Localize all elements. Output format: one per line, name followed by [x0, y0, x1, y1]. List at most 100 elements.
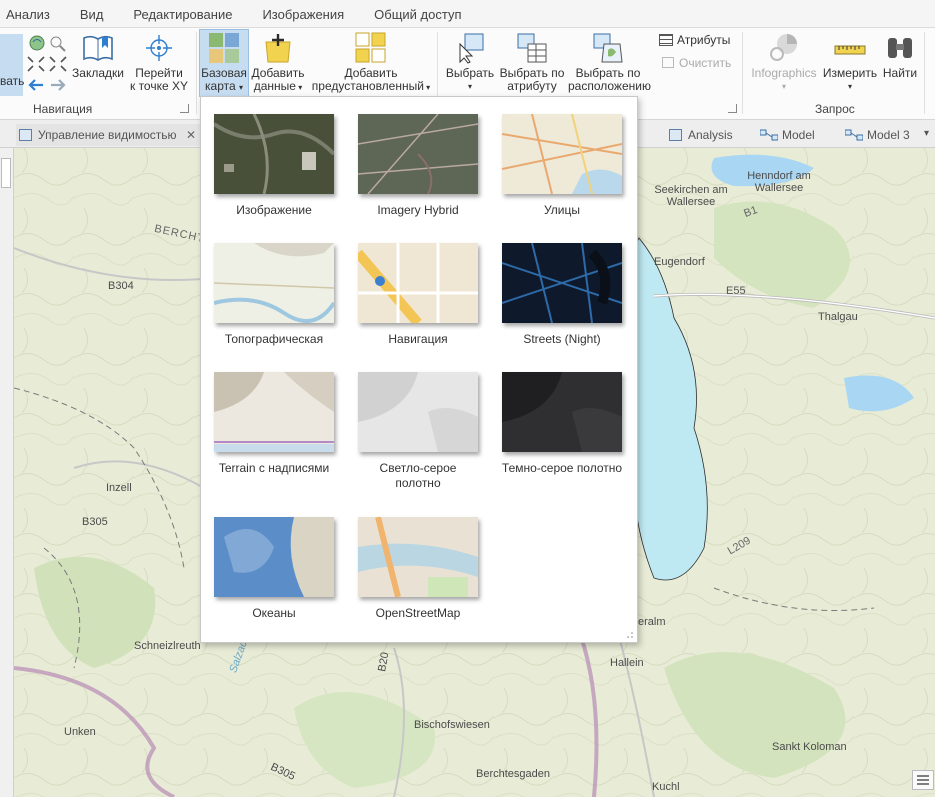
basemap-tile-terrain-labels[interactable]: Terrain с надписями	[213, 372, 335, 476]
tab-analysis[interactable]: Analysis	[666, 124, 733, 146]
measure-label: Измерить	[822, 66, 878, 80]
basemap-label-streets-night: Streets (Night)	[523, 332, 601, 346]
explore-button-label: вать	[0, 74, 25, 88]
add-data-button[interactable]: Добавить данные ▾	[250, 32, 306, 94]
map-label-b304: B304	[108, 280, 134, 292]
selection-launcher-icon[interactable]	[728, 104, 737, 113]
separator	[924, 32, 925, 114]
full-extent-icon[interactable]	[27, 34, 47, 52]
tab-visibility-label: Управление видимостью	[38, 128, 177, 142]
tab-model-label: Model	[782, 128, 815, 142]
menu-tab-edit[interactable]: Редактирование	[118, 0, 247, 28]
menu-tab-share[interactable]: Общий доступ	[359, 0, 476, 28]
openstreetmap-thumbnail-icon	[358, 517, 478, 597]
basemap-tile-imagery[interactable]: Изображение	[213, 114, 335, 218]
select-by-attribute-button[interactable]: Выбрать по атрибуту	[497, 32, 567, 93]
map-label-berchtesgaden: Berchtesgaden	[476, 768, 550, 780]
basemap-tile-dark-gray[interactable]: Темно-серое полотно	[501, 372, 623, 476]
streets-thumbnail-icon	[502, 114, 622, 194]
forward-arrow-icon[interactable]	[48, 76, 68, 94]
separator	[196, 32, 197, 114]
map-label-hallein: Hallein	[610, 657, 644, 669]
basemap-tile-topographic[interactable]: Топографическая	[213, 243, 335, 347]
basemap-tile-oceans[interactable]: Океаны	[213, 517, 335, 621]
find-button[interactable]: Найти	[880, 32, 920, 80]
map-label-thalgau: Thalgau	[818, 311, 858, 323]
infographics-dropdown-icon: ▾	[781, 82, 786, 91]
basemap-button[interactable]: Базовая карта ▾	[199, 29, 249, 97]
basemap-tile-navigation[interactable]: Навигация	[357, 243, 479, 347]
map-label-eugendorf: Eugendorf	[654, 256, 705, 268]
imagery-thumbnail-icon	[214, 114, 334, 194]
map-label-henndorf: Henndorf am Wallersee	[747, 170, 811, 194]
back-arrow-icon[interactable]	[26, 76, 46, 94]
inquiry-group-label: Запрос	[815, 102, 855, 116]
tab-model-3-label: Model 3	[867, 128, 910, 142]
tab-analysis-label: Analysis	[688, 128, 733, 142]
tab-model-3[interactable]: Model 3	[845, 124, 910, 146]
tab-overflow-icon[interactable]: ▾	[924, 128, 929, 139]
tab-visibility-control[interactable]: Управление видимостью ✕	[16, 124, 200, 146]
basemap-label-oceans: Океаны	[252, 606, 296, 620]
explore-button[interactable]: вать	[0, 34, 25, 96]
clear-selection-button[interactable]: Очистить	[662, 57, 742, 70]
resize-grip-icon[interactable]	[626, 631, 634, 639]
select-by-location-button[interactable]: Выбрать по расположению	[568, 32, 651, 93]
map-label-schneizlreuth: Schneizlreuth	[134, 640, 201, 652]
menu-tab-view[interactable]: Вид	[65, 0, 119, 28]
navigation-launcher-icon[interactable]	[180, 104, 189, 113]
zoom-out-arrows-icon[interactable]	[48, 55, 68, 73]
bookmarks-button[interactable]: Закладки	[70, 32, 126, 80]
basemap-tile-imagery-hybrid[interactable]: Imagery Hybrid	[357, 114, 479, 218]
topographic-thumbnail-icon	[214, 243, 334, 323]
infographics-label: Infographics	[751, 66, 817, 80]
goto-xy-button[interactable]: Перейти к точке XY	[128, 32, 190, 93]
map-toolbar-toggle-button[interactable]	[912, 770, 934, 790]
basemap-tile-streets-night[interactable]: Streets (Night)	[501, 243, 623, 347]
basemap-label-2: карта ▾	[205, 79, 243, 93]
dark-gray-thumbnail-icon	[502, 372, 622, 452]
oceans-thumbnail-icon	[214, 517, 334, 597]
separator	[742, 32, 743, 114]
close-icon[interactable]: ✕	[186, 124, 196, 146]
attributes-label: Атрибуты	[677, 33, 731, 47]
basemap-label-openstreetmap: OpenStreetMap	[375, 606, 461, 620]
find-label: Найти	[882, 66, 918, 80]
basemap-gallery: Изображение Imagery Hybrid Улицы Топогра…	[200, 96, 638, 643]
dock-handle[interactable]	[1, 158, 11, 188]
model-graph-icon	[760, 129, 778, 141]
select-arrow-icon	[454, 32, 486, 64]
menu-tab-imagery[interactable]: Изображения	[247, 0, 359, 28]
basemap-grid-icon	[208, 32, 240, 64]
attributes-button[interactable]: Атрибуты	[659, 34, 739, 47]
tab-model[interactable]: Model	[760, 124, 815, 146]
fixed-zoom-icon[interactable]	[49, 34, 67, 52]
measure-button[interactable]: Измерить ▾	[822, 32, 878, 93]
left-dock-strip	[0, 148, 14, 797]
model-graph-icon	[845, 129, 863, 141]
goto-xy-label-2: к точке XY	[129, 79, 188, 93]
preset-grid-icon	[355, 32, 387, 64]
bookmark-book-icon	[82, 32, 114, 64]
basemap-tile-light-gray[interactable]: Светло-серое полотно	[357, 372, 479, 491]
select-label: Выбрать	[445, 66, 495, 80]
navigation-group-label: Навигация	[33, 102, 93, 116]
basemap-tile-openstreetmap[interactable]: OpenStreetMap	[357, 517, 479, 621]
infographics-button[interactable]: Infographics ▾	[746, 32, 822, 93]
basemap-label-light-gray: Светло-серое полотно	[379, 461, 457, 490]
list-icon	[917, 775, 929, 785]
add-preset-button[interactable]: Добавить предустановленный ▾	[308, 32, 434, 94]
menu-tab-analysis[interactable]: Анализ	[0, 0, 65, 28]
binoculars-icon	[884, 32, 916, 64]
clear-icon	[662, 57, 674, 68]
map-view-icon	[19, 129, 32, 141]
navigation-thumbnail-icon	[358, 243, 478, 323]
zoom-in-arrows-icon[interactable]	[26, 55, 46, 73]
bookmarks-label: Закладки	[72, 66, 124, 80]
map-label-kuchl: Kuchl	[652, 781, 680, 793]
map-label-unken: Unken	[64, 726, 96, 738]
basemap-tile-streets[interactable]: Улицы	[501, 114, 623, 218]
location-select-icon	[592, 32, 624, 64]
select-button[interactable]: Выбрать ▾	[444, 32, 496, 93]
attributes-table-icon	[659, 34, 673, 46]
